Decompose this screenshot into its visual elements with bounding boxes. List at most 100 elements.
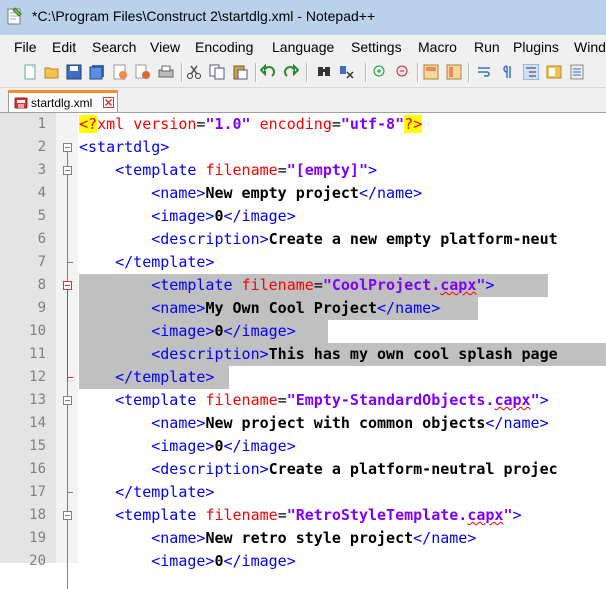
code-line[interactable]: 5 <image>0</image>	[0, 205, 606, 228]
code-text: <name>New retro style project</name>	[79, 527, 476, 550]
menu-edit[interactable]: Edit	[52, 39, 76, 55]
tab-startdlg-xml[interactable]: startdlg.xml	[8, 90, 118, 112]
menu-macro[interactable]: Macro	[418, 39, 457, 55]
word-wrap-icon[interactable]	[476, 64, 492, 80]
new-file-icon[interactable]	[22, 64, 38, 80]
menu-encoding[interactable]: Encoding	[195, 39, 253, 55]
indent-guide-icon[interactable]	[523, 64, 539, 80]
cut-icon[interactable]	[186, 64, 202, 80]
token-attr: encoding	[259, 115, 332, 133]
token-tag: <name>	[151, 184, 206, 202]
copy-icon[interactable]	[209, 64, 225, 80]
token-sp	[79, 506, 115, 524]
line-number: 3	[37, 162, 46, 178]
line-number: 11	[29, 346, 46, 362]
code-line[interactable]: 12 </template>	[0, 366, 606, 389]
doc-map-icon[interactable]	[546, 64, 562, 80]
paste-icon[interactable]	[232, 64, 248, 80]
token-text: 0	[214, 322, 224, 340]
line-number: 5	[37, 208, 46, 224]
save-all-icon[interactable]	[89, 64, 105, 80]
editor[interactable]: 1 <?xml version="1.0" encoding="utf-8"?> 2…	[0, 113, 606, 589]
token-tag: </name>	[358, 184, 423, 202]
menu-search[interactable]: Search	[92, 39, 136, 55]
line-number: 7	[37, 254, 46, 270]
menu-run[interactable]: Run	[474, 39, 500, 55]
code-line[interactable]: 13 <template filename="Empty-StandardObj…	[0, 389, 606, 412]
close-tab-icon[interactable]	[103, 97, 114, 108]
find-icon[interactable]	[316, 64, 332, 80]
code-line[interactable]: 11 <description>This has my own cool spl…	[0, 343, 606, 366]
menu-plugins[interactable]: Plugins	[513, 39, 559, 55]
token-tag: <template	[115, 161, 206, 179]
toolbar-separator	[255, 63, 257, 82]
code-line[interactable]: 6 <description>Create a new empty platfo…	[0, 228, 606, 251]
toolbar-separator	[306, 63, 308, 82]
token-tag: >	[512, 506, 522, 524]
token-strsq: capx	[467, 506, 504, 524]
show-all-chars-icon[interactable]	[499, 64, 515, 80]
close-icon[interactable]	[112, 64, 128, 80]
token-tag: </template>	[115, 253, 215, 271]
code-line[interactable]: 10 <image>0</image>	[0, 320, 606, 343]
menu-language[interactable]: Language	[272, 39, 334, 55]
token-text: 0	[214, 552, 224, 570]
code-line[interactable]: 14 <name>New project with common objects…	[0, 412, 606, 435]
code-line[interactable]: 2 <startdlg>	[0, 136, 606, 159]
code-line[interactable]: 18 <template filename="RetroStyleTemplat…	[0, 504, 606, 527]
replace-icon[interactable]	[339, 64, 355, 80]
token-tag: </image>	[223, 207, 296, 225]
code-line[interactable]: 19 <name>New retro style project</name>	[0, 527, 606, 550]
redo-icon[interactable]	[283, 64, 299, 80]
code-text: <name>New project with common objects</n…	[79, 412, 548, 435]
code-text: </template>	[79, 366, 214, 389]
token-sp	[79, 368, 115, 386]
code-line[interactable]: 9 <name>My Own Cool Project</name>	[0, 297, 606, 320]
token-attr: filename	[205, 506, 278, 524]
code-line[interactable]: 16 <description>Create a platform-neutra…	[0, 458, 606, 481]
close-all-icon[interactable]	[135, 64, 151, 80]
notepad-plus-plus-app-icon[interactable]	[6, 7, 22, 25]
token-str: "	[530, 391, 540, 409]
title-bar: *C:\Program Files\Construct 2\startdlg.x…	[0, 0, 606, 35]
code-text: <name>My Own Cool Project</name>	[79, 297, 440, 320]
code-line[interactable]: 4 <name>New empty project</name>	[0, 182, 606, 205]
line-number: 8	[37, 277, 46, 293]
window-title: *C:\Program Files\Construct 2\startdlg.x…	[32, 8, 376, 24]
token-str: "Empty-StandardObjects.	[286, 391, 495, 409]
print-icon[interactable]	[158, 64, 174, 80]
code-line[interactable]: 7 </template>	[0, 251, 606, 274]
unsaved-file-icon	[14, 97, 28, 109]
code-text: <image>0</image>	[79, 550, 296, 573]
token-strsq: capx	[440, 276, 477, 294]
token-tag: <description>	[151, 230, 269, 248]
token-tag: >	[485, 276, 495, 294]
code-line[interactable]: 1 <?xml version="1.0" encoding="utf-8"?>	[0, 113, 606, 136]
menu-file[interactable]: File	[14, 39, 37, 55]
line-number: 15	[29, 438, 46, 454]
zoom-in-icon[interactable]	[372, 64, 388, 80]
code-line[interactable]: 20 <image>0</image>	[0, 550, 606, 573]
token-str: "[empty]"	[286, 161, 368, 179]
code-line[interactable]: 15 <image>0</image>	[0, 435, 606, 458]
menu-view[interactable]: View	[150, 39, 180, 55]
code-line[interactable]: 17 </template>	[0, 481, 606, 504]
open-file-icon[interactable]	[44, 64, 60, 80]
token-str: "1.0"	[205, 115, 251, 133]
token-sp	[79, 276, 151, 294]
menu-settings[interactable]: Settings	[351, 39, 402, 55]
zoom-out-icon[interactable]	[395, 64, 411, 80]
function-list-icon[interactable]	[569, 64, 585, 80]
token-tag: <startdlg>	[79, 138, 170, 156]
menu-wind[interactable]: Wind	[574, 39, 606, 55]
save-icon[interactable]	[66, 64, 82, 80]
sync-vertical-icon[interactable]	[423, 64, 439, 80]
line-number: 19	[29, 530, 46, 546]
toolbar	[0, 58, 606, 88]
undo-icon[interactable]	[260, 64, 276, 80]
code-line[interactable]: 3 <template filename="[empty]">	[0, 159, 606, 182]
sync-horizontal-icon[interactable]	[446, 64, 462, 80]
token-text: New empty project	[205, 184, 359, 202]
code-line[interactable]: 8 <template filename="CoolProject.capx">	[0, 274, 606, 297]
code-text: <description>Create a new empty platform…	[79, 228, 557, 251]
